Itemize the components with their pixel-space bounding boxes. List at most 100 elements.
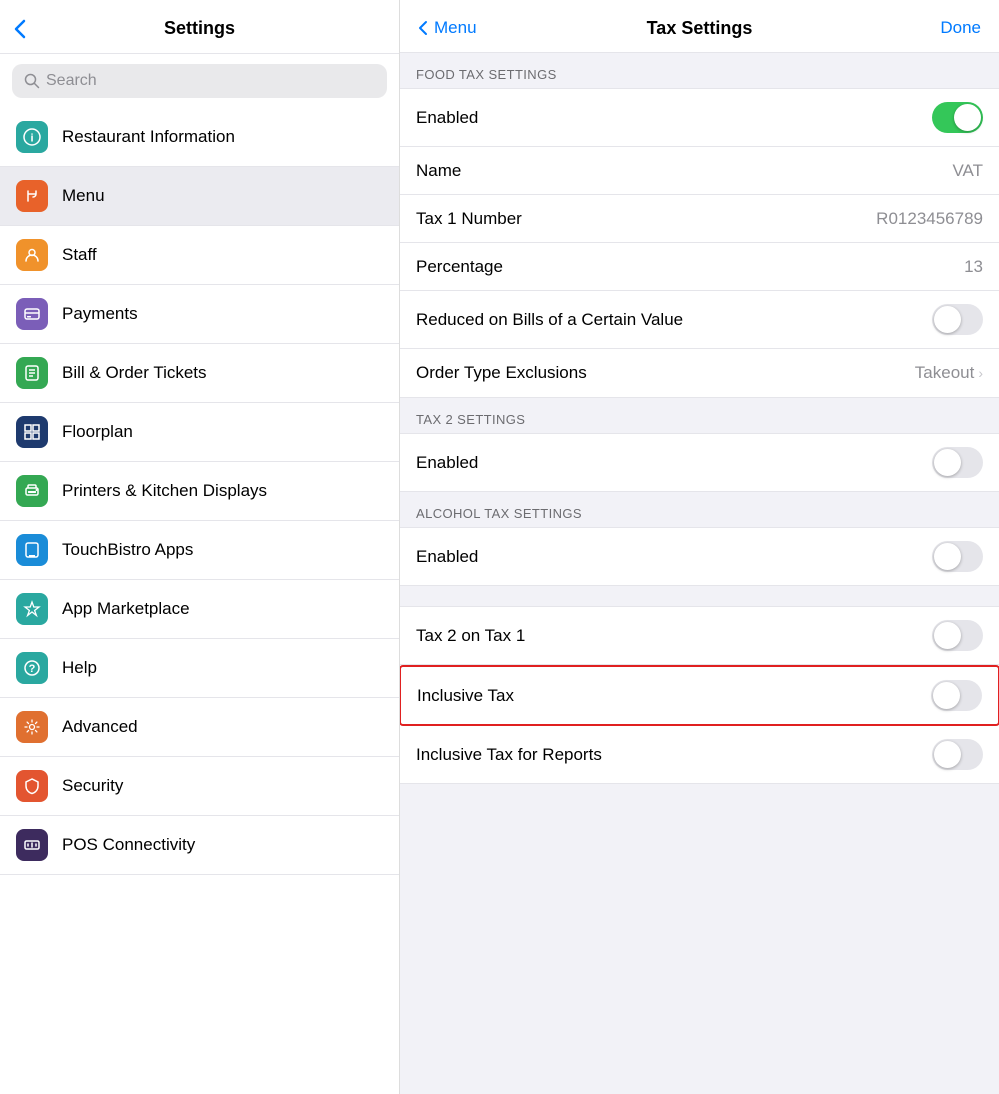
row-label-food-order-exclusions: Order Type Exclusions bbox=[416, 363, 587, 383]
back-label: Menu bbox=[434, 18, 477, 38]
sidebar-item-touchbistro-apps[interactable]: TouchBistro Apps bbox=[0, 521, 399, 580]
sidebar-item-label-floorplan: Floorplan bbox=[62, 422, 133, 442]
sidebar-item-label-staff: Staff bbox=[62, 245, 97, 265]
toggle-food-reduced[interactable] bbox=[932, 304, 983, 335]
settings-row-inclusive-tax-reports[interactable]: Inclusive Tax for Reports bbox=[400, 726, 999, 783]
menu-list: i Restaurant Information Menu Staff Payments… bbox=[0, 108, 399, 1094]
sidebar-item-staff[interactable]: Staff bbox=[0, 226, 399, 285]
sidebar-item-label-touchbistro-apps: TouchBistro Apps bbox=[62, 540, 193, 560]
settings-row-inclusive-tax[interactable]: Inclusive Tax bbox=[400, 665, 999, 726]
menu-icon bbox=[16, 180, 48, 212]
left-header: Settings bbox=[0, 0, 399, 54]
row-label-tax2-enabled: Enabled bbox=[416, 453, 478, 473]
bill-order-tickets-icon bbox=[16, 357, 48, 389]
toggle-food-enabled[interactable] bbox=[932, 102, 983, 133]
security-icon bbox=[16, 770, 48, 802]
right-header-inner: Menu Tax Settings Done bbox=[418, 18, 981, 38]
app-marketplace-icon bbox=[16, 593, 48, 625]
help-icon: ? bbox=[16, 652, 48, 684]
section-alcohol-tax: ALCOHOL TAX SETTINGS Enabled bbox=[400, 492, 999, 586]
sidebar-item-label-pos-connectivity: POS Connectivity bbox=[62, 835, 195, 855]
sidebar-item-label-app-marketplace: App Marketplace bbox=[62, 599, 190, 619]
settings-row-food-enabled[interactable]: Enabled bbox=[400, 89, 999, 147]
settings-row-tax2-on-tax1[interactable]: Tax 2 on Tax 1 bbox=[400, 607, 999, 665]
row-label-tax2-on-tax1: Tax 2 on Tax 1 bbox=[416, 626, 525, 646]
settings-group-tax2: Enabled bbox=[400, 433, 999, 492]
sidebar-item-label-menu: Menu bbox=[62, 186, 105, 206]
toggle-inclusive-tax[interactable] bbox=[931, 680, 982, 711]
sidebar-item-app-marketplace[interactable]: App Marketplace bbox=[0, 580, 399, 639]
sidebar-item-floorplan[interactable]: Floorplan bbox=[0, 403, 399, 462]
settings-group-alcohol-tax: Enabled bbox=[400, 527, 999, 586]
floorplan-icon bbox=[16, 416, 48, 448]
section-general: Tax 2 on Tax 1 Inclusive Tax Inclusive Tax… bbox=[400, 586, 999, 784]
right-panel: Menu Tax Settings Done FOOD TAX SETTINGS… bbox=[400, 0, 999, 1094]
sidebar-item-bill-order-tickets[interactable]: Bill & Order Tickets bbox=[0, 344, 399, 403]
row-value-food-tax1number: R0123456789 bbox=[876, 209, 983, 229]
advanced-icon bbox=[16, 711, 48, 743]
settings-group-general: Tax 2 on Tax 1 Inclusive Tax Inclusive Tax… bbox=[400, 606, 999, 784]
toggle-inclusive-tax-reports[interactable] bbox=[932, 739, 983, 770]
row-value-food-percentage: 13 bbox=[964, 257, 983, 277]
svg-text:i: i bbox=[30, 133, 33, 145]
sidebar-item-restaurant-information[interactable]: i Restaurant Information bbox=[0, 108, 399, 167]
sidebar-item-label-advanced: Advanced bbox=[62, 717, 138, 737]
sidebar-item-security[interactable]: Security bbox=[0, 757, 399, 816]
toggle-tax2-on-tax1[interactable] bbox=[932, 620, 983, 651]
touchbistro-apps-icon bbox=[16, 534, 48, 566]
settings-row-food-reduced[interactable]: Reduced on Bills of a Certain Value bbox=[400, 291, 999, 349]
staff-icon bbox=[16, 239, 48, 271]
settings-row-food-order-exclusions[interactable]: Order Type Exclusions Takeout › bbox=[400, 349, 999, 397]
settings-row-food-percentage: Percentage 13 bbox=[400, 243, 999, 291]
row-value-food-order-exclusions[interactable]: Takeout › bbox=[915, 363, 983, 383]
row-label-inclusive-tax: Inclusive Tax bbox=[417, 686, 514, 706]
sidebar-item-printers-kitchen[interactable]: Printers & Kitchen Displays bbox=[0, 462, 399, 521]
settings-row-tax2-enabled[interactable]: Enabled bbox=[400, 434, 999, 491]
page-title: Tax Settings bbox=[647, 18, 753, 39]
payments-icon bbox=[16, 298, 48, 330]
sidebar-item-menu[interactable]: Menu bbox=[0, 167, 399, 226]
settings-title: Settings bbox=[164, 18, 235, 39]
settings-row-food-tax1number: Tax 1 Number R0123456789 bbox=[400, 195, 999, 243]
left-panel: Settings Search i Restaurant Information M… bbox=[0, 0, 400, 1094]
sidebar-item-advanced[interactable]: Advanced bbox=[0, 698, 399, 757]
sidebar-item-pos-connectivity[interactable]: POS Connectivity bbox=[0, 816, 399, 875]
search-placeholder: Search bbox=[46, 72, 97, 90]
sidebar-item-label-bill-order-tickets: Bill & Order Tickets bbox=[62, 363, 207, 383]
chevron-right-icon: › bbox=[978, 365, 983, 381]
sections-container: FOOD TAX SETTINGS Enabled Name VAT Tax 1 Num… bbox=[400, 53, 999, 784]
done-button[interactable]: Done bbox=[940, 18, 981, 38]
sidebar-item-label-help: Help bbox=[62, 658, 97, 678]
menu-back-button[interactable]: Menu bbox=[418, 18, 477, 38]
row-label-food-enabled: Enabled bbox=[416, 108, 478, 128]
settings-row-food-name: Name VAT bbox=[400, 147, 999, 195]
settings-row-alcohol-enabled[interactable]: Enabled bbox=[400, 528, 999, 585]
sidebar-item-help[interactable]: ? Help bbox=[0, 639, 399, 698]
spacer-general bbox=[400, 586, 999, 606]
pos-connectivity-icon bbox=[16, 829, 48, 861]
right-header: Menu Tax Settings Done bbox=[400, 0, 999, 53]
printers-kitchen-icon bbox=[16, 475, 48, 507]
svg-text:?: ? bbox=[29, 663, 36, 675]
sidebar-item-label-payments: Payments bbox=[62, 304, 138, 324]
row-label-food-name: Name bbox=[416, 161, 461, 181]
sidebar-item-label-printers-kitchen: Printers & Kitchen Displays bbox=[62, 481, 267, 501]
search-bar[interactable]: Search bbox=[12, 64, 387, 98]
back-button[interactable] bbox=[14, 19, 26, 39]
sidebar-item-label-restaurant-information: Restaurant Information bbox=[62, 127, 235, 147]
row-label-food-reduced: Reduced on Bills of a Certain Value bbox=[416, 310, 683, 330]
sidebar-item-label-security: Security bbox=[62, 776, 123, 796]
row-value-food-name: VAT bbox=[952, 161, 983, 181]
restaurant-information-icon: i bbox=[16, 121, 48, 153]
row-label-inclusive-tax-reports: Inclusive Tax for Reports bbox=[416, 745, 602, 765]
section-food-tax: FOOD TAX SETTINGS Enabled Name VAT Tax 1 Num… bbox=[400, 53, 999, 398]
row-label-food-percentage: Percentage bbox=[416, 257, 503, 277]
sidebar-item-payments[interactable]: Payments bbox=[0, 285, 399, 344]
toggle-tax2-enabled[interactable] bbox=[932, 447, 983, 478]
section-header-food-tax: FOOD TAX SETTINGS bbox=[400, 53, 999, 88]
toggle-alcohol-enabled[interactable] bbox=[932, 541, 983, 572]
row-label-alcohol-enabled: Enabled bbox=[416, 547, 478, 567]
settings-group-food-tax: Enabled Name VAT Tax 1 Number R0123456789 Per… bbox=[400, 88, 999, 398]
section-header-alcohol-tax: ALCOHOL TAX SETTINGS bbox=[400, 492, 999, 527]
row-label-food-tax1number: Tax 1 Number bbox=[416, 209, 522, 229]
